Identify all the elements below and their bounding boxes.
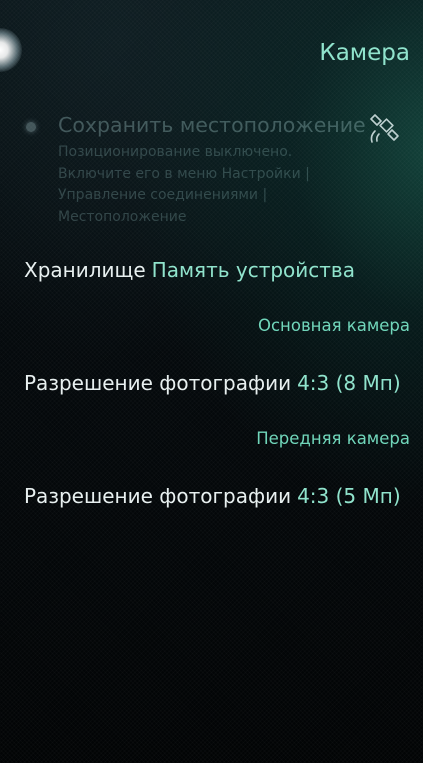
switch-indicator bbox=[26, 122, 36, 132]
save-location-label: Сохранить местоположение bbox=[58, 113, 366, 137]
save-location-switch[interactable]: Сохранить местоположение Позиционировани… bbox=[0, 108, 423, 238]
page-title: Камера bbox=[319, 40, 410, 66]
front-camera-resolution-combobox[interactable]: Разрешение фотографии 4:3 (5 Мп) bbox=[24, 484, 401, 508]
pulley-menu-indicator[interactable] bbox=[0, 28, 22, 72]
storage-combobox[interactable]: Хранилище Память устройства bbox=[24, 258, 355, 282]
main-camera-resolution-value: 4:3 (8 Мп) bbox=[297, 371, 401, 395]
main-camera-section-header: Основная камера bbox=[258, 316, 410, 335]
front-camera-section-header: Передняя камера bbox=[256, 429, 410, 448]
main-camera-resolution-label: Разрешение фотографии bbox=[24, 371, 292, 395]
satellite-icon bbox=[365, 110, 405, 146]
save-location-description: Позиционирование выключено. Включите его… bbox=[58, 144, 310, 225]
main-camera-resolution-combobox[interactable]: Разрешение фотографии 4:3 (8 Мп) bbox=[24, 371, 401, 395]
storage-value: Память устройства bbox=[151, 258, 355, 282]
settings-page: Камера Сохранить местоположение Позицион… bbox=[0, 0, 423, 763]
front-camera-resolution-value: 4:3 (5 Мп) bbox=[297, 484, 401, 508]
front-camera-resolution-label: Разрешение фотографии bbox=[24, 484, 292, 508]
storage-label: Хранилище bbox=[24, 258, 146, 282]
